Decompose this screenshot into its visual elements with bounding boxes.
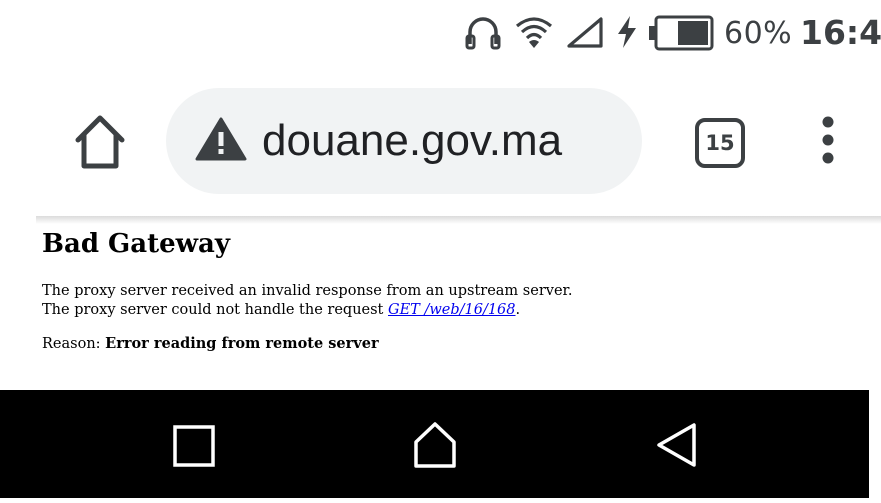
cell-signal-icon [567, 17, 603, 48]
clock: 16:41 [800, 13, 881, 52]
address-bar[interactable]: douane.gov.ma [166, 88, 642, 194]
reason-label: Reason: [42, 336, 106, 352]
battery-icon [649, 15, 714, 51]
battery-percent: 60% [724, 16, 793, 51]
status-bar: 60% 16:41 [0, 0, 881, 68]
charging-icon [618, 16, 636, 48]
page-title: Bad Gateway [42, 229, 230, 259]
error-page: Bad Gateway The proxy server received an… [42, 222, 842, 354]
request-link[interactable]: GET /web/16/168 [388, 302, 516, 318]
error-line-1: The proxy server received an invalid res… [42, 283, 573, 299]
error-line-2-suffix: . [515, 302, 521, 318]
warning-icon[interactable] [194, 115, 248, 163]
tab-count: 15 [705, 131, 735, 155]
home-icon[interactable] [410, 420, 460, 470]
home-icon [75, 115, 125, 169]
headphones-icon [465, 17, 501, 50]
wifi-icon [515, 17, 553, 48]
more-vert-icon [822, 116, 834, 164]
navigation-bar [0, 390, 869, 498]
recents-icon[interactable] [170, 422, 218, 470]
browser-toolbar: douane.gov.ma 15 [0, 68, 881, 216]
error-line-2-prefix: The proxy server could not handle the re… [42, 302, 388, 318]
reason-value: Error reading from remote server [105, 335, 379, 352]
menu-button[interactable] [808, 112, 848, 172]
error-message: The proxy server received an invalid res… [42, 282, 842, 320]
error-reason: Reason: Error reading from remote server [42, 334, 842, 354]
url-text[interactable]: douane.gov.ma [262, 88, 632, 194]
back-icon[interactable] [652, 420, 702, 470]
home-button[interactable] [68, 112, 132, 172]
tab-switcher-button[interactable]: 15 [690, 114, 748, 170]
